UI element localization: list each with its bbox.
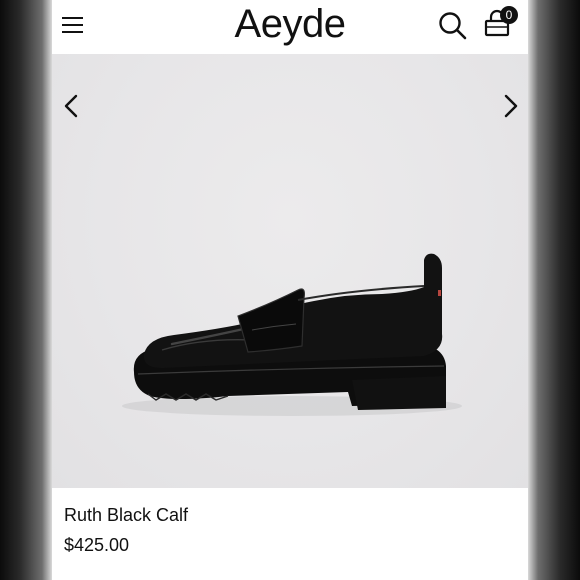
next-image-button[interactable] (498, 92, 522, 120)
search-button[interactable] (438, 10, 468, 42)
search-icon (439, 12, 467, 40)
site-header: Aeyde 0 (52, 0, 528, 54)
product-image-gallery[interactable] (52, 54, 528, 488)
chevron-left-icon (64, 94, 78, 118)
phone-screen: Aeyde 0 Ruth Black Calf $425.00 (52, 0, 528, 580)
product-image (122, 253, 462, 416)
cart-count-badge: 0 (500, 6, 518, 24)
product-price: $425.00 (64, 535, 130, 555)
chevron-right-icon (504, 94, 518, 118)
product-name[interactable]: Ruth Black Calf (64, 505, 188, 526)
previous-image-button[interactable] (60, 92, 84, 120)
